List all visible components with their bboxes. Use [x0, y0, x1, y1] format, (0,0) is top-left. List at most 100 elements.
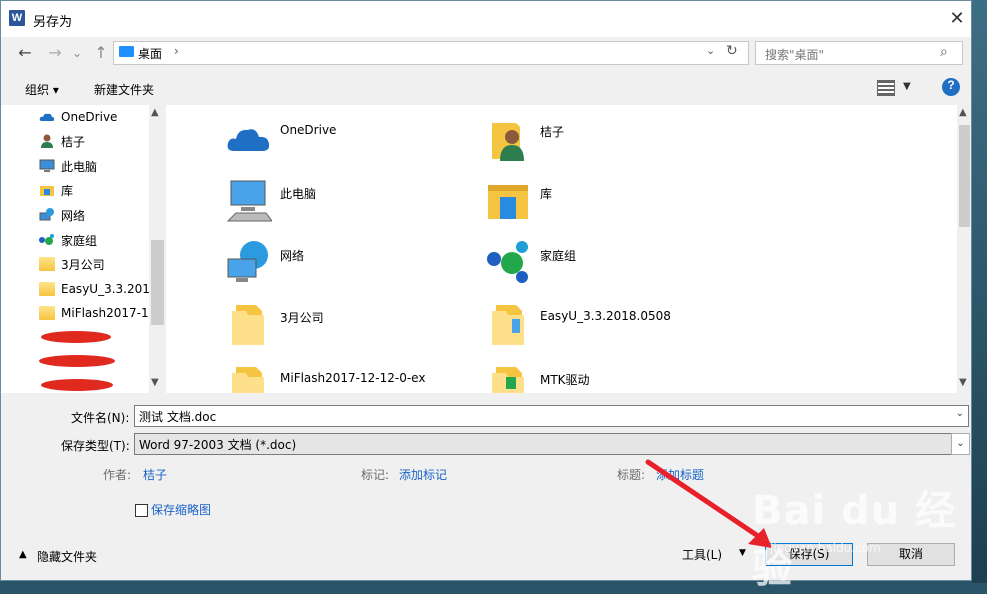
file-item-label: 网络	[280, 249, 305, 263]
file-item-label: 库	[540, 187, 553, 201]
recent-locations-button[interactable]: ⌄	[67, 43, 87, 63]
library-icon	[39, 183, 55, 197]
file-item-folder[interactable]: 3月公司	[226, 301, 324, 347]
scroll-down-icon[interactable]: ▼	[151, 377, 159, 388]
nav-item-folder[interactable]: EasyU_3.3.2018	[39, 278, 158, 300]
network-icon	[226, 239, 272, 285]
back-button[interactable]: ←	[15, 43, 35, 63]
file-list-pane: OneDrive 此电脑 网络 3月公司 MiFlash2017-12-12-0…	[166, 105, 957, 393]
filetype-select[interactable]: Word 97-2003 文档 (*.doc)	[134, 433, 952, 455]
word-app-icon: W	[9, 10, 25, 26]
nav-item-folder[interactable]: MiFlash2017-12	[39, 302, 156, 324]
nav-item-label: 家庭组	[61, 233, 98, 248]
folder-icon	[486, 301, 532, 347]
desktop-folder-icon	[119, 46, 134, 57]
nav-item-onedrive[interactable]: OneDrive	[39, 106, 117, 128]
author-value[interactable]: 桔子	[143, 466, 167, 483]
nav-item-homegroup[interactable]: 家庭组	[39, 229, 97, 251]
file-item-folder[interactable]: MiFlash2017-12-12-0-ex	[226, 363, 425, 409]
hide-folders-button[interactable]: 隐藏文件夹	[37, 548, 97, 565]
file-item-network[interactable]: 网络	[226, 239, 304, 285]
file-item-onedrive[interactable]: OneDrive	[226, 115, 336, 161]
file-item-label: 3月公司	[280, 311, 324, 325]
file-item-folder[interactable]: MTK驱动	[486, 363, 590, 409]
filename-input[interactable]: 测试 文档.doc ⌄	[134, 405, 969, 427]
file-item-folder[interactable]: EasyU_3.3.2018.0508	[486, 301, 671, 347]
homegroup-icon	[486, 239, 532, 285]
computer-icon	[39, 159, 55, 173]
close-button[interactable]: ✕	[945, 7, 969, 31]
command-bar: 组织 ▾ 新建文件夹 ▼ ?	[1, 71, 971, 105]
tools-dropdown-icon[interactable]: ▼	[739, 548, 746, 558]
scroll-down-icon[interactable]: ▼	[959, 377, 967, 388]
nav-item-label: 桔子	[61, 134, 86, 149]
baidu-watermark: Bai du 经验	[752, 488, 957, 592]
nav-item-label: 库	[61, 183, 74, 198]
author-label: 作者:	[103, 468, 132, 482]
nav-item-library[interactable]: 库	[39, 179, 73, 201]
save-thumbnail-checkbox[interactable]	[135, 504, 148, 517]
scroll-up-icon[interactable]: ▲	[151, 107, 159, 118]
nav-item-label: 3月公司	[61, 257, 105, 272]
file-item-this-pc[interactable]: 此电脑	[226, 177, 316, 223]
redaction-mark	[39, 355, 115, 367]
breadcrumb-chevron-icon[interactable]: ›	[174, 44, 179, 58]
tags-input[interactable]: 添加标记	[399, 466, 447, 483]
search-icon[interactable]: ⌕	[940, 44, 948, 60]
file-item-label: 此电脑	[280, 187, 317, 201]
tags-label: 标记:	[361, 468, 390, 482]
content-scrollbar-thumb[interactable]	[959, 125, 970, 227]
title-label: 标题:	[617, 468, 646, 482]
chevron-down-icon[interactable]: ⌄	[951, 433, 970, 455]
nav-item-folder[interactable]: 3月公司	[39, 253, 105, 275]
folder-icon	[226, 301, 272, 347]
file-item-label: MiFlash2017-12-12-0-ex	[280, 371, 426, 385]
nav-item-this-pc[interactable]: 此电脑	[39, 155, 97, 177]
refresh-icon[interactable]: ↻	[726, 43, 738, 59]
save-thumbnail-label[interactable]: 保存缩略图	[151, 501, 211, 518]
navigation-pane: OneDrive 桔子 此电脑 库 网络 家庭组 3月公司 EasyU_3.3.…	[1, 105, 166, 393]
file-item-user[interactable]: 桔子	[486, 115, 564, 161]
forward-button[interactable]: →	[45, 43, 65, 63]
search-input[interactable]: 搜索"桌面" ⌕	[755, 41, 963, 65]
folder-icon	[39, 257, 55, 271]
title-bar: W 另存为 ✕	[1, 1, 971, 37]
user-folder-icon	[486, 115, 532, 161]
folder-icon	[226, 363, 272, 409]
file-item-label: OneDrive	[280, 123, 337, 137]
address-dropdown-icon[interactable]: ⌄	[706, 44, 715, 57]
chevron-down-icon[interactable]: ⌄	[956, 408, 964, 419]
file-item-homegroup[interactable]: 家庭组	[486, 239, 576, 285]
address-bar[interactable]: 桌面 › ⌄ ↻	[113, 41, 749, 65]
file-item-library[interactable]: 库	[486, 177, 552, 223]
redaction-mark	[41, 331, 111, 343]
organize-menu-button[interactable]: 组织 ▾	[25, 81, 59, 98]
help-icon[interactable]: ?	[942, 78, 960, 96]
up-button[interactable]: ↑	[91, 43, 111, 63]
filetype-value[interactable]: Word 97-2003 文档 (*.doc)	[139, 436, 296, 453]
view-dropdown-icon[interactable]: ▼	[903, 81, 911, 92]
cloud-icon	[226, 115, 272, 161]
file-item-label: EasyU_3.3.2018.0508	[540, 309, 671, 323]
cloud-icon	[39, 110, 55, 124]
filetype-label: 保存类型(T):	[61, 439, 130, 453]
filename-value[interactable]: 测试 文档.doc	[139, 408, 216, 425]
watermark-url: jingyan.baidu.com	[770, 541, 881, 555]
new-folder-button[interactable]: 新建文件夹	[94, 81, 154, 98]
chevron-up-icon[interactable]: ▲	[19, 549, 27, 560]
tools-menu-button[interactable]: 工具(L)	[682, 546, 722, 563]
nav-item-label: 网络	[61, 208, 86, 223]
nav-scrollbar-thumb[interactable]	[151, 240, 164, 325]
file-item-label: MTK驱动	[540, 373, 590, 387]
scroll-up-icon[interactable]: ▲	[959, 107, 967, 118]
nav-item-label: EasyU_3.3.2018	[61, 282, 158, 296]
folder-icon	[39, 282, 55, 296]
computer-icon	[226, 177, 273, 223]
view-options-icon[interactable]	[877, 80, 895, 96]
window-title: 另存为	[33, 15, 73, 30]
title-input[interactable]: 添加标题	[656, 466, 704, 483]
nav-item-user[interactable]: 桔子	[39, 130, 85, 152]
nav-item-network[interactable]: 网络	[39, 204, 85, 226]
nav-item-label: MiFlash2017-12	[61, 306, 157, 320]
address-path[interactable]: 桌面	[138, 45, 162, 62]
